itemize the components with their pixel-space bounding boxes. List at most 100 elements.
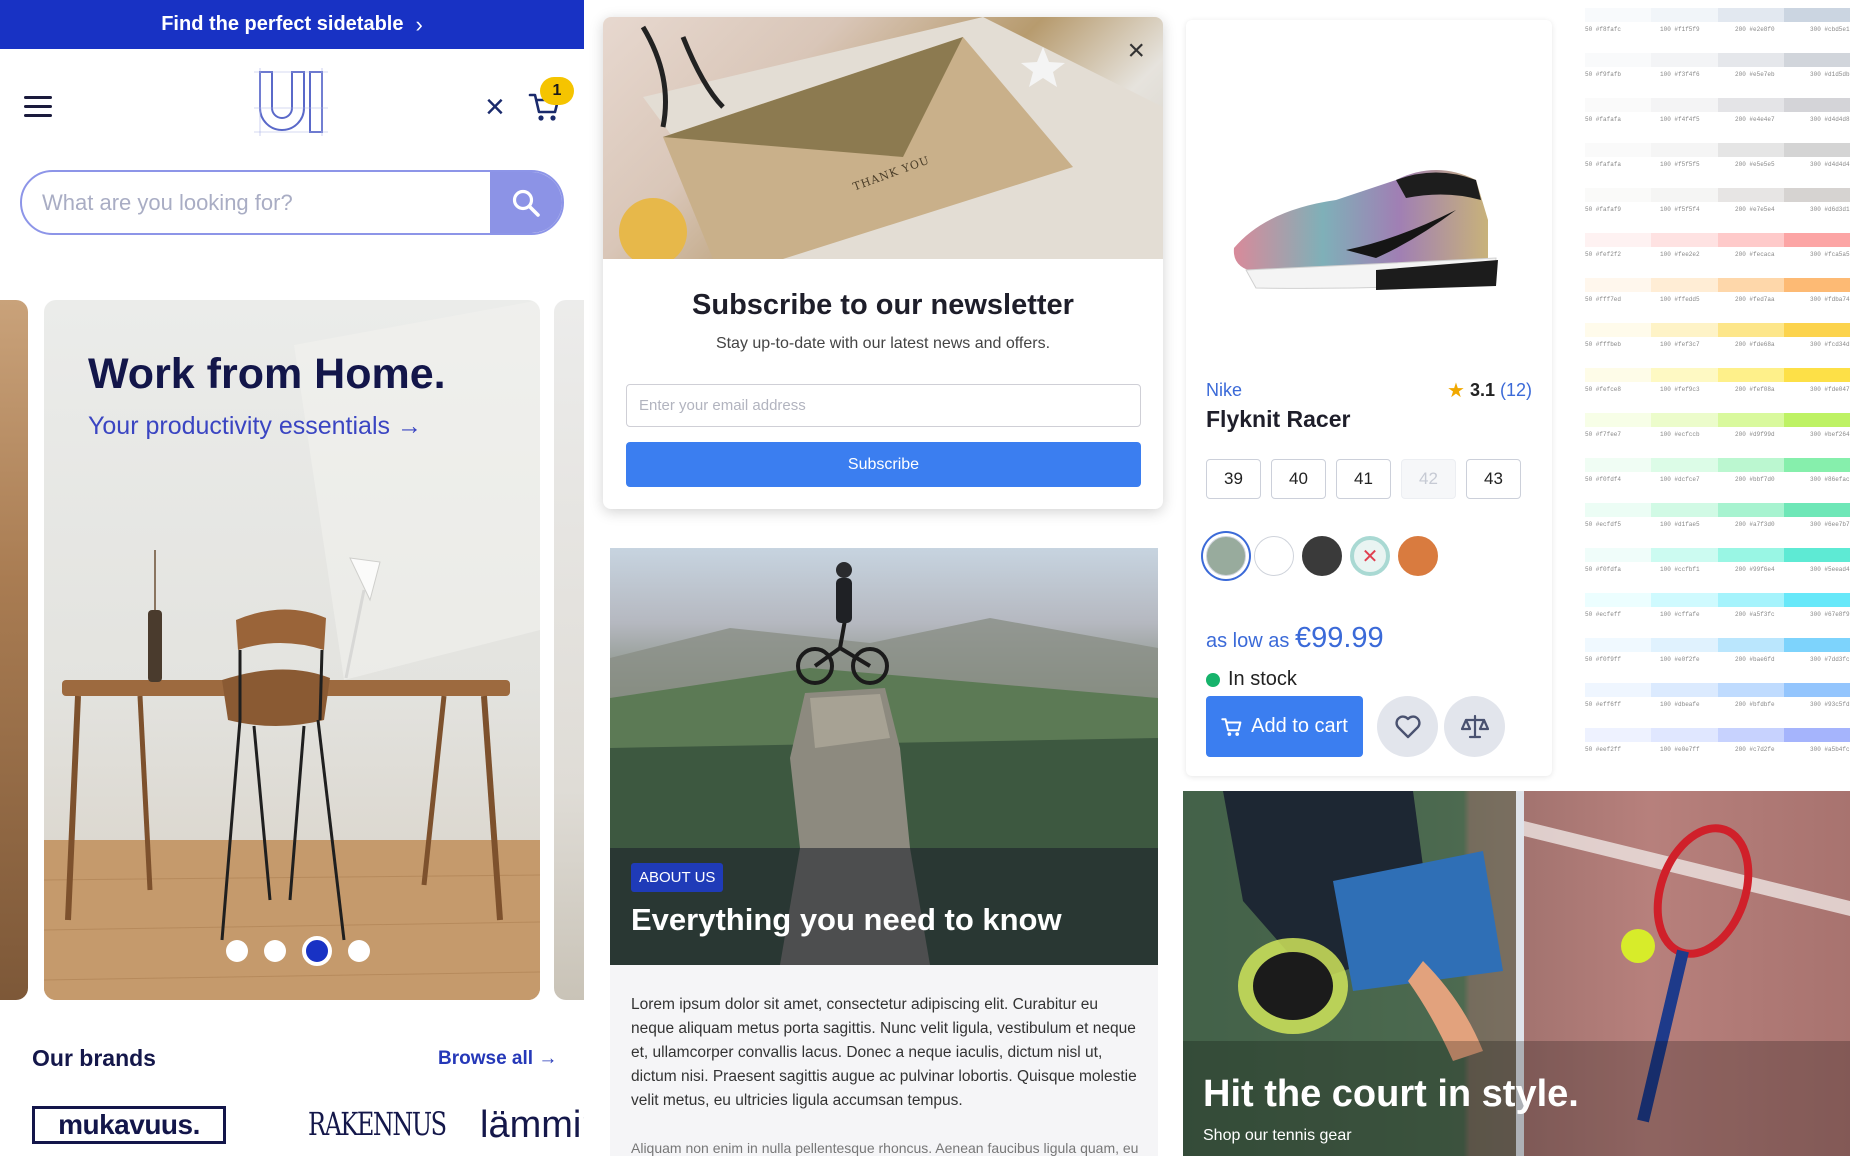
token-swatch-band <box>1585 368 1850 382</box>
product-price: as low as €99.99 <box>1206 622 1384 655</box>
color-selector <box>1206 536 1438 576</box>
token-row: 50 #fafaf9 100 #f5f5f4 200 #e7e5e4 300 #d6d… <box>1585 180 1850 225</box>
carousel-dot-2[interactable] <box>264 940 286 962</box>
newsletter-subtitle: Stay up-to-date with our latest news and… <box>715 335 1051 352</box>
color-swatch-white[interactable] <box>1254 536 1294 576</box>
token-label: 100 #f1f5f9 <box>1660 26 1700 33</box>
token-label: 50 #fafaf9 <box>1585 206 1622 213</box>
about-body: Lorem ipsum dolor sit amet, consectetur … <box>610 965 1158 1156</box>
close-icon[interactable]: × <box>485 90 505 124</box>
token-label: 200 #e5e7eb <box>1735 71 1775 78</box>
token-label: 200 #a7f3d0 <box>1735 521 1775 528</box>
newsletter-modal: THANK YOU × Subscribe to our newsletter … <box>603 17 1163 509</box>
token-label: 300 #fdba74 <box>1810 296 1850 303</box>
token-swatch-band <box>1585 548 1850 562</box>
search-input[interactable] <box>22 172 490 233</box>
token-swatch-band <box>1585 323 1850 337</box>
token-row: 50 #eff6ff 100 #dbeafe 200 #bfdbfe 300 #93c… <box>1585 675 1850 720</box>
token-label: 200 #fef08a <box>1735 386 1775 393</box>
subscribe-button[interactable]: Subscribe <box>626 442 1141 487</box>
hero-subtitle-link[interactable]: Your productivity essentials → <box>88 412 422 441</box>
tennis-banner[interactable]: Hit the court in style. Shop our tennis … <box>1183 791 1850 1156</box>
token-label: 200 #bfdbfe <box>1735 701 1775 708</box>
hero-title: Work from Home. <box>88 350 446 398</box>
brand-logo-mukavuus[interactable]: mukavuus. <box>32 1106 226 1144</box>
size-selector: 39 40 41 42 43 <box>1206 459 1521 499</box>
size-option[interactable]: 41 <box>1336 459 1391 499</box>
token-swatch-band <box>1585 638 1850 652</box>
brand-logo-lammin[interactable]: lämmin <box>480 1104 584 1147</box>
token-swatch-band <box>1585 458 1850 472</box>
token-label: 100 #f3f4f6 <box>1660 71 1700 78</box>
color-swatch-orange[interactable] <box>1398 536 1438 576</box>
token-swatch-band <box>1585 683 1850 697</box>
token-label: 200 #99f6e4 <box>1735 566 1775 573</box>
desk-illustration <box>44 300 540 1000</box>
about-banner[interactable]: ABOUT US Everything you need to know <box>610 548 1158 965</box>
token-label: 300 #6ee7b7 <box>1810 521 1850 528</box>
token-label: 100 #ccfbf1 <box>1660 566 1700 573</box>
search-icon <box>512 189 540 217</box>
carousel-dot-3[interactable] <box>302 936 332 966</box>
size-option[interactable]: 40 <box>1271 459 1326 499</box>
token-label: 50 #f0fdfa <box>1585 566 1622 573</box>
carousel-dot-1[interactable] <box>226 940 248 962</box>
token-label: 100 #dcfce7 <box>1660 476 1700 483</box>
email-field[interactable] <box>626 384 1141 427</box>
token-row: 50 #ecfdf5 100 #d1fae5 200 #a7f3d0 300 #6ee… <box>1585 495 1850 540</box>
menu-icon[interactable] <box>24 96 52 118</box>
product-brand[interactable]: Nike <box>1206 380 1242 401</box>
close-icon[interactable]: × <box>1127 36 1145 66</box>
about-title: Everything you need to know <box>631 902 1062 937</box>
token-swatch-band <box>1585 233 1850 247</box>
product-image[interactable] <box>1226 140 1516 320</box>
token-label: 300 #7dd3fc <box>1810 656 1850 663</box>
token-label: 300 #5eead4 <box>1810 566 1850 573</box>
token-swatch-band <box>1585 188 1850 202</box>
size-option[interactable]: 43 <box>1466 459 1521 499</box>
color-swatch-sage[interactable] <box>1206 536 1246 576</box>
color-swatch-charcoal[interactable] <box>1302 536 1342 576</box>
token-label: 300 #cbd5e1 <box>1810 26 1850 33</box>
token-row: 50 #f9fafb 100 #f3f4f6 200 #e5e7eb 300 #d1d… <box>1585 45 1850 90</box>
stock-status: In stock <box>1206 668 1297 691</box>
about-tag: ABOUT US <box>631 863 724 892</box>
token-label: 50 #eff6ff <box>1585 701 1622 708</box>
token-swatch-band <box>1585 728 1850 742</box>
carousel-dot-4[interactable] <box>348 940 370 962</box>
token-swatch-band <box>1585 503 1850 517</box>
token-label: 200 #bae6fd <box>1735 656 1775 663</box>
token-label: 200 #e7e5e4 <box>1735 206 1775 213</box>
token-label: 50 #f7fee7 <box>1585 431 1622 438</box>
token-label: 100 #d1fae5 <box>1660 521 1700 528</box>
token-swatch-band <box>1585 413 1850 427</box>
size-option[interactable]: 39 <box>1206 459 1261 499</box>
token-label: 300 #fcd34d <box>1810 341 1850 348</box>
token-label: 50 #fffbeb <box>1585 341 1622 348</box>
add-to-cart-button[interactable]: Add to cart <box>1206 696 1363 757</box>
product-rating[interactable]: ★ 3.1 (12) <box>1447 378 1532 403</box>
token-label: 50 #eef2ff <box>1585 746 1622 753</box>
token-label: 300 #fde047 <box>1810 386 1850 393</box>
brand-logo-rakennus[interactable]: RAKENNUS <box>308 1105 447 1143</box>
color-token-table: 50 #f8fafc 100 #f1f5f9 200 #e2e8f0 300 #cbd… <box>1585 0 1850 790</box>
promo-bar[interactable]: Find the perfect sidetable › <box>0 0 584 49</box>
token-swatch-band <box>1585 143 1850 157</box>
store-logo[interactable] <box>254 68 328 136</box>
compare-button[interactable] <box>1444 696 1505 757</box>
hero-slide[interactable]: Work from Home. Your productivity essent… <box>44 300 540 1000</box>
token-label: 100 #fef3c7 <box>1660 341 1700 348</box>
token-row: 50 #f0fdfa 100 #ccfbf1 200 #99f6e4 300 #5ee… <box>1585 540 1850 585</box>
wishlist-button[interactable] <box>1377 696 1438 757</box>
product-card: Nike ★ 3.1 (12) Flyknit Racer 39 40 41 4… <box>1186 20 1552 776</box>
token-label: 50 #fff7ed <box>1585 296 1622 303</box>
star-icon: ★ <box>1447 380 1465 402</box>
token-label: 100 #fee2e2 <box>1660 251 1700 258</box>
carousel-prev-slide[interactable] <box>0 300 28 1000</box>
price-prefix: as low as <box>1206 630 1290 652</box>
tennis-subtitle-link[interactable]: Shop our tennis gear <box>1203 1127 1352 1145</box>
carousel-next-slide[interactable] <box>554 300 584 1000</box>
search-button[interactable] <box>490 172 562 233</box>
token-swatch-band <box>1585 8 1850 22</box>
browse-all-link[interactable]: Browse all → <box>438 1048 557 1070</box>
